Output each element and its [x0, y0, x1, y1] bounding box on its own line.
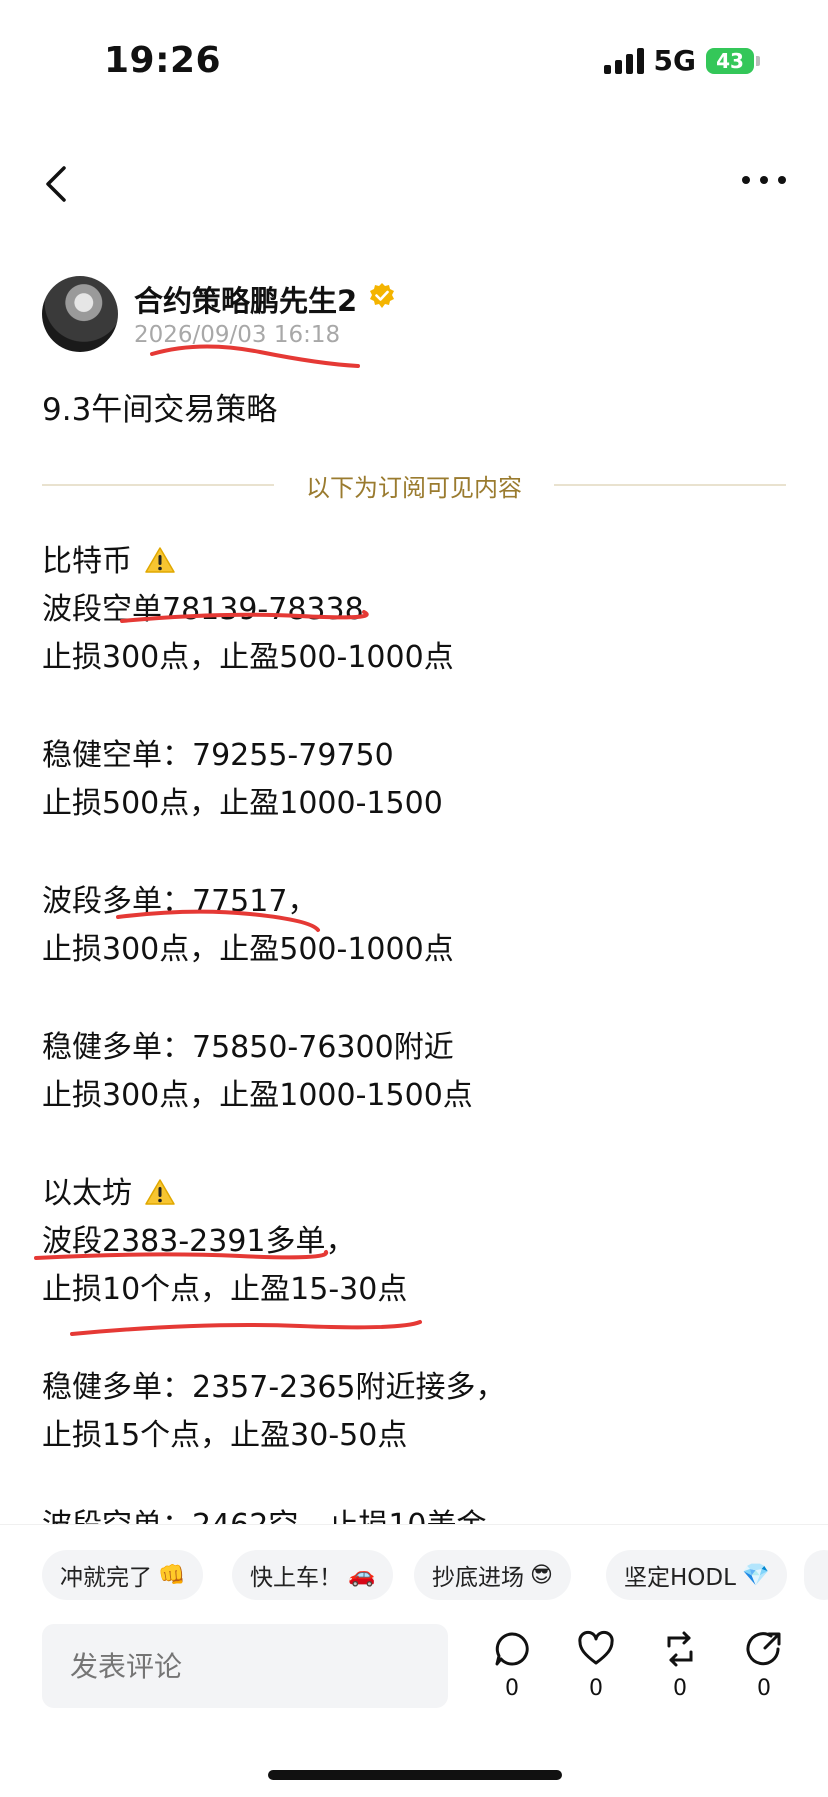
content-line: 止损300点，止盈1000-1500点	[42, 1078, 473, 1113]
content-line: 止损10个点，止盈15-30点	[42, 1272, 408, 1307]
battery-icon: 43	[706, 47, 760, 74]
repost-icon	[667, 1631, 693, 1667]
fist-emoji-icon: 👊	[158, 1562, 186, 1588]
annotation-underline	[150, 344, 360, 368]
more-options-icon[interactable]	[742, 176, 786, 184]
reaction-chip[interactable]: 冲就完了 👊	[42, 1550, 204, 1600]
divider-line-left	[42, 484, 274, 486]
content-text: 比特币	[42, 544, 132, 579]
content-line: 波段多单：77517，	[42, 884, 318, 919]
content-line: 以太坊	[42, 1168, 176, 1212]
reaction-chip[interactable]: 快上车！ 🚗	[232, 1550, 394, 1600]
reaction-label: 抄底进场	[432, 1565, 524, 1591]
comment-icon	[495, 1632, 529, 1666]
network-label: 5G	[653, 44, 696, 77]
content-line: 稳健多单：75850-76300附近	[42, 1030, 454, 1065]
repost-action[interactable]: 0	[650, 1630, 710, 1701]
warning-icon	[144, 1179, 175, 1205]
reaction-label: 快上车！	[250, 1565, 342, 1591]
content-line: 止损500点，止盈1000-1500	[42, 786, 443, 821]
status-time: 19:26	[104, 40, 222, 81]
content-line: 稳健多单：2357-2365附近接多，	[42, 1370, 506, 1405]
reaction-chip-overflow[interactable]	[804, 1550, 828, 1600]
warning-icon	[144, 547, 175, 573]
divider-line-right	[554, 484, 786, 486]
back-arrow-icon[interactable]	[40, 164, 74, 204]
content-line: 波段空单78139-78338	[42, 592, 364, 627]
like-count: 0	[589, 1676, 603, 1701]
content-line: 止损300点，止盈500-1000点	[42, 932, 454, 967]
subscriber-content-divider: 以下为订阅可见内容	[306, 474, 522, 502]
home-indicator	[268, 1770, 562, 1780]
content-line: 止损15个点，止盈30-50点	[42, 1418, 408, 1453]
status-indicators: 5G 43	[603, 44, 760, 77]
content-line: 波段2383-2391多单，	[42, 1224, 356, 1259]
avatar[interactable]	[42, 276, 118, 352]
share-action[interactable]: 0	[734, 1630, 794, 1701]
reaction-chip[interactable]: 抄底进场 😎	[414, 1550, 571, 1600]
content-line: 比特币	[42, 536, 176, 580]
car-emoji-icon: 🚗	[348, 1562, 376, 1588]
heart-icon	[578, 1630, 614, 1665]
comment-input[interactable]	[42, 1624, 448, 1708]
diamond-emoji-icon: 💎	[741, 1562, 770, 1588]
like-action[interactable]: 0	[566, 1630, 626, 1701]
repost-count: 0	[673, 1676, 687, 1701]
share-icon	[746, 1632, 781, 1666]
author-name[interactable]: 合约策略鹏先生2	[134, 278, 357, 320]
post-date: 2026/09/03 16:18	[134, 322, 341, 348]
reaction-chip[interactable]: 坚定HODL 💎	[606, 1550, 788, 1600]
verified-badge-icon	[370, 283, 394, 308]
comment-count: 0	[505, 1676, 519, 1701]
comment-action[interactable]: 0	[482, 1630, 542, 1701]
content-text: 以太坊	[42, 1176, 132, 1211]
reaction-label: 坚定HODL	[624, 1565, 736, 1591]
share-count: 0	[757, 1676, 771, 1701]
post-title: 9.3午间交易策略	[42, 392, 278, 428]
battery-level: 43	[706, 47, 754, 74]
sunglasses-emoji-icon: 😎	[530, 1562, 553, 1588]
content-line: 止损300点，止盈500-1000点	[42, 640, 454, 675]
reaction-label: 冲就完了	[60, 1565, 152, 1591]
signal-icon	[603, 47, 644, 74]
content-line: 稳健空单：79255-79750	[42, 738, 394, 773]
annotation-underline	[70, 1320, 422, 1336]
